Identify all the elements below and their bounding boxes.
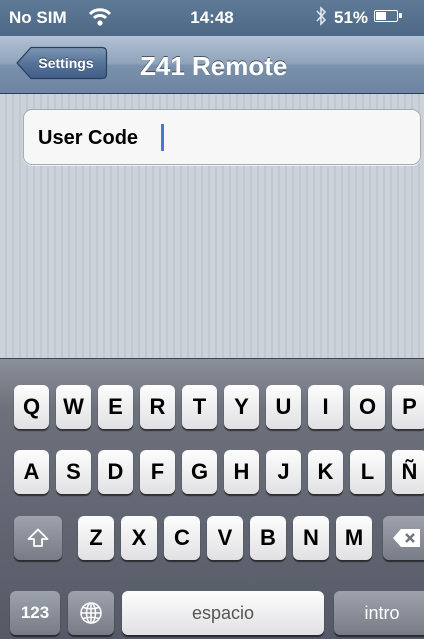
backspace-icon <box>393 529 420 547</box>
key-b[interactable]: B <box>250 516 286 560</box>
key-p[interactable]: P <box>392 385 424 429</box>
return-key[interactable]: intro <box>334 591 424 635</box>
key-e[interactable]: E <box>98 385 133 429</box>
key-i[interactable]: I <box>308 385 343 429</box>
page-title: Z41 Remote <box>140 51 288 81</box>
key-y[interactable]: Y <box>224 385 259 429</box>
back-button-label: Settings <box>38 55 94 71</box>
space-key-label: espacio <box>191 602 255 623</box>
key-j[interactable]: J <box>266 450 301 494</box>
key-q[interactable]: Q <box>14 385 49 429</box>
space-key[interactable]: espacio <box>122 591 324 635</box>
text-cursor <box>161 124 164 151</box>
key-c[interactable]: C <box>164 516 200 560</box>
key-z[interactable]: Z <box>78 516 114 560</box>
key-v[interactable]: V <box>207 516 243 560</box>
battery-percent: 51% <box>334 8 369 27</box>
key-u[interactable]: U <box>266 385 301 429</box>
key-s[interactable]: S <box>56 450 91 494</box>
globe-icon <box>80 602 102 624</box>
key-n[interactable]: N <box>293 516 329 560</box>
shift-icon <box>27 528 49 547</box>
bluetooth-icon <box>316 6 327 26</box>
key-m[interactable]: M <box>336 516 372 560</box>
key-k[interactable]: K <box>308 450 343 494</box>
key-o[interactable]: O <box>350 385 385 429</box>
navigation-bar: Settings Z41 Remote <box>0 36 424 94</box>
keyboard: QWERTYUIOP ASDFGHJKLÑ ZXCVBNM 123 espaci… <box>0 358 424 639</box>
key-x[interactable]: X <box>121 516 157 560</box>
key-f[interactable]: F <box>140 450 175 494</box>
content-area: User Code <box>0 94 424 358</box>
status-bar: No SIM 14:48 51% <box>0 0 424 36</box>
back-button[interactable]: Settings <box>16 46 108 80</box>
key-ñ[interactable]: Ñ <box>392 450 424 494</box>
key-r[interactable]: R <box>140 385 175 429</box>
numbers-key[interactable]: 123 <box>10 591 60 635</box>
user-code-label: User Code <box>38 127 139 149</box>
shift-key[interactable] <box>14 516 62 560</box>
numbers-key-label: 123 <box>20 603 50 622</box>
delete-key[interactable] <box>383 516 424 560</box>
key-g[interactable]: G <box>182 450 217 494</box>
globe-key[interactable] <box>68 591 114 635</box>
user-code-field[interactable]: User Code <box>23 109 421 165</box>
battery-icon <box>374 10 402 22</box>
key-d[interactable]: D <box>98 450 133 494</box>
key-l[interactable]: L <box>350 450 385 494</box>
key-a[interactable]: A <box>14 450 49 494</box>
return-key-label: intro <box>364 602 400 623</box>
key-t[interactable]: T <box>182 385 217 429</box>
key-h[interactable]: H <box>224 450 259 494</box>
key-w[interactable]: W <box>56 385 91 429</box>
